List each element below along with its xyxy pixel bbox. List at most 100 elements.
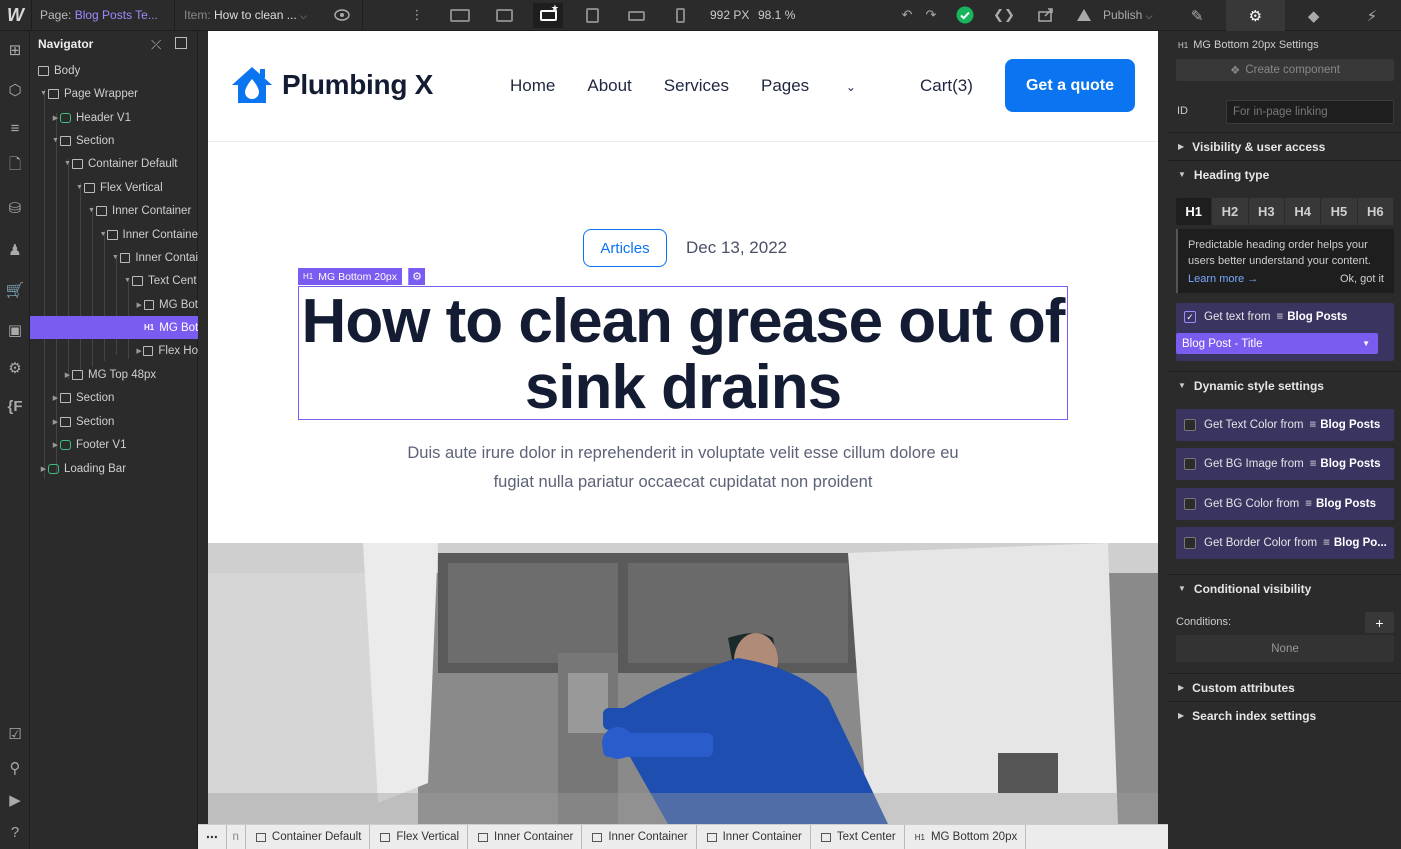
more-vertical-icon[interactable]: ⋮	[403, 4, 431, 26]
cms-database-icon[interactable]: ⛁	[0, 195, 30, 221]
tree-item-flex-horizontal[interactable]: ▶ Flex Ho	[30, 339, 198, 362]
menu-home[interactable]: Home	[510, 76, 555, 96]
menu-pages[interactable]: Pages ⌄	[761, 76, 888, 96]
caret-right-icon[interactable]: ▶	[63, 371, 72, 379]
custom-attributes-section[interactable]: ▶ Custom attributes	[1168, 673, 1401, 701]
tree-item-loading-bar[interactable]: ▶ Loading Bar	[30, 457, 198, 480]
caret-down-icon[interactable]: ▼	[123, 277, 132, 284]
selection-gear-icon[interactable]: ⚙	[408, 268, 425, 285]
tasks-check-icon[interactable]: ☑	[0, 721, 30, 747]
caret-right-icon[interactable]: ▶	[39, 465, 48, 473]
interactions-drops-icon[interactable]: ◆	[1285, 0, 1343, 31]
unpin-icon[interactable]: ⤫	[151, 37, 161, 53]
post-excerpt[interactable]: Duis aute irure dolor in reprehenderit i…	[398, 439, 968, 497]
bound-field-select[interactable]: Blog Post - Title ▼	[1176, 333, 1378, 354]
tree-item-inner-container[interactable]: ▼ Inner Container	[30, 199, 198, 222]
caret-down-icon[interactable]: ▼	[87, 207, 96, 214]
status-check-icon[interactable]	[951, 4, 979, 26]
tree-item-inner-container[interactable]: ▼ Inner Contai	[30, 246, 198, 269]
create-component-button[interactable]: ❖ Create component	[1176, 59, 1394, 81]
bg-color-binding[interactable]: Get BG Color from ≡ Blog Posts	[1176, 488, 1394, 520]
caret-right-icon[interactable]: ▶	[51, 418, 60, 426]
category-tag[interactable]: Articles	[583, 229, 667, 267]
redo-icon[interactable]: ↷	[917, 4, 945, 26]
dock-panel-icon[interactable]	[175, 37, 187, 49]
conditional-visibility-section[interactable]: ▼ Conditional visibility	[1168, 574, 1401, 602]
caret-down-icon[interactable]: ▼	[111, 254, 120, 261]
users-icon[interactable]: ♟	[0, 237, 30, 263]
caret-down-icon[interactable]: ▼	[99, 231, 107, 238]
tree-item-mg-top[interactable]: ▶ MG Top 48px	[30, 363, 198, 386]
variables-icon[interactable]: {F	[0, 393, 30, 419]
breadcrumb-item-current[interactable]: H1 MG Bottom 20px	[905, 825, 1027, 849]
tree-item-section[interactable]: ▶ Section	[30, 386, 198, 409]
publish-button[interactable]: Publish ⌵	[1103, 8, 1153, 22]
caret-right-icon[interactable]: ▶	[51, 394, 60, 402]
get-quote-button[interactable]: Get a quote	[1005, 59, 1135, 112]
caret-right-icon[interactable]: ▶	[51, 441, 60, 449]
tree-item-inner-container[interactable]: ▼ Inner Containe	[30, 223, 198, 246]
tree-item-footer[interactable]: ▶ Footer V1	[30, 433, 198, 456]
heading-type-section[interactable]: ▼ Heading type	[1168, 160, 1401, 188]
lightning-icon[interactable]: ⚡	[1343, 0, 1401, 31]
breadcrumb-item[interactable]: Inner Container	[582, 825, 697, 849]
tree-item-flex-vertical[interactable]: ▼ Flex Vertical	[30, 176, 198, 199]
add-condition-button[interactable]: +	[1365, 612, 1394, 633]
post-title-heading[interactable]: How to clean grease out of sink drains	[298, 289, 1068, 421]
id-input[interactable]: For in-page linking	[1226, 100, 1394, 124]
breadcrumb-item[interactable]: Inner Container	[468, 825, 583, 849]
navigator-icon[interactable]: ≡	[0, 115, 30, 141]
breadcrumb-item[interactable]: Text Center	[811, 825, 905, 849]
breakpoint-desktop[interactable]	[489, 3, 519, 28]
border-color-binding[interactable]: Get Border Color from ≡ Blog Po...	[1176, 527, 1394, 559]
heading-h2-button[interactable]: H2	[1212, 198, 1249, 225]
visibility-section[interactable]: ▶ Visibility & user access	[1168, 132, 1401, 160]
settings-gear-icon[interactable]: ⚙	[1226, 0, 1285, 31]
menu-about[interactable]: About	[587, 76, 631, 96]
checkbox[interactable]	[1184, 498, 1196, 510]
get-text-from-toggle[interactable]: ✓ Get text from ≡ Blog Posts	[1184, 311, 1347, 323]
search-icon[interactable]: ⚲	[0, 755, 30, 781]
tree-item-container[interactable]: ▼ Container Default	[30, 152, 198, 175]
assets-image-icon[interactable]: ▣	[0, 317, 30, 343]
breakpoint-mobile-landscape[interactable]	[621, 3, 651, 28]
symbols-cube-icon[interactable]: ⬡	[0, 77, 30, 103]
bg-image-binding[interactable]: Get BG Image from ≡ Blog Posts	[1176, 448, 1394, 480]
design-canvas[interactable]: Plumbing X Home About Services Pages ⌄ C…	[208, 31, 1158, 824]
breadcrumb-item[interactable]: Container Default	[246, 825, 371, 849]
add-panel-icon[interactable]: ⊞	[0, 37, 30, 63]
settings-gear-icon[interactable]: ⚙	[0, 355, 30, 381]
dynamic-style-section[interactable]: ▼ Dynamic style settings	[1168, 371, 1401, 399]
caret-down-icon[interactable]: ▼	[39, 90, 48, 97]
checkbox[interactable]	[1184, 419, 1196, 431]
learn-more-link[interactable]: Learn more →	[1188, 271, 1258, 287]
caret-right-icon[interactable]: ▶	[51, 114, 60, 122]
selection-label[interactable]: H1 MG Bottom 20px	[298, 268, 403, 285]
more-horizontal-icon[interactable]: ⋯	[198, 825, 227, 849]
checkbox[interactable]	[1184, 537, 1196, 549]
text-color-binding[interactable]: Get Text Color from ≡ Blog Posts	[1176, 409, 1394, 441]
tree-item-section[interactable]: ▼ Section	[30, 129, 198, 152]
tree-item-body[interactable]: Body	[30, 59, 198, 82]
tree-item-page-wrapper[interactable]: ▼ Page Wrapper	[30, 82, 198, 105]
page-selector[interactable]: Page: Blog Posts Te...	[40, 8, 158, 22]
tree-item-heading-selected[interactable]: H1 MG Bot	[30, 316, 198, 339]
menu-cart[interactable]: Cart(3)	[920, 76, 973, 96]
breadcrumb-item[interactable]: Inner Container	[697, 825, 811, 849]
caret-down-icon[interactable]: ▼	[63, 160, 72, 167]
caret-down-icon[interactable]: ▼	[75, 184, 84, 191]
caret-right-icon[interactable]: ▶	[135, 301, 144, 309]
tree-item-mg-bottom[interactable]: ▶ MG Bot	[30, 293, 198, 316]
tree-item-header[interactable]: ▶ Header V1	[30, 106, 198, 129]
help-icon[interactable]: ?	[0, 819, 30, 845]
checkbox[interactable]	[1184, 458, 1196, 470]
search-index-section[interactable]: ▶ Search index settings	[1168, 701, 1401, 729]
item-selector[interactable]: Item: How to clean ... ⌵	[184, 8, 307, 22]
menu-services[interactable]: Services	[664, 76, 729, 96]
heading-h5-button[interactable]: H5	[1321, 198, 1358, 225]
tree-item-text-center[interactable]: ▼ Text Cent	[30, 269, 198, 292]
heading-h1-button[interactable]: H1	[1176, 198, 1213, 225]
caret-right-icon[interactable]: ▶	[135, 347, 143, 355]
breakpoint-tablet[interactable]	[577, 3, 607, 28]
checkbox-checked[interactable]: ✓	[1184, 311, 1196, 323]
